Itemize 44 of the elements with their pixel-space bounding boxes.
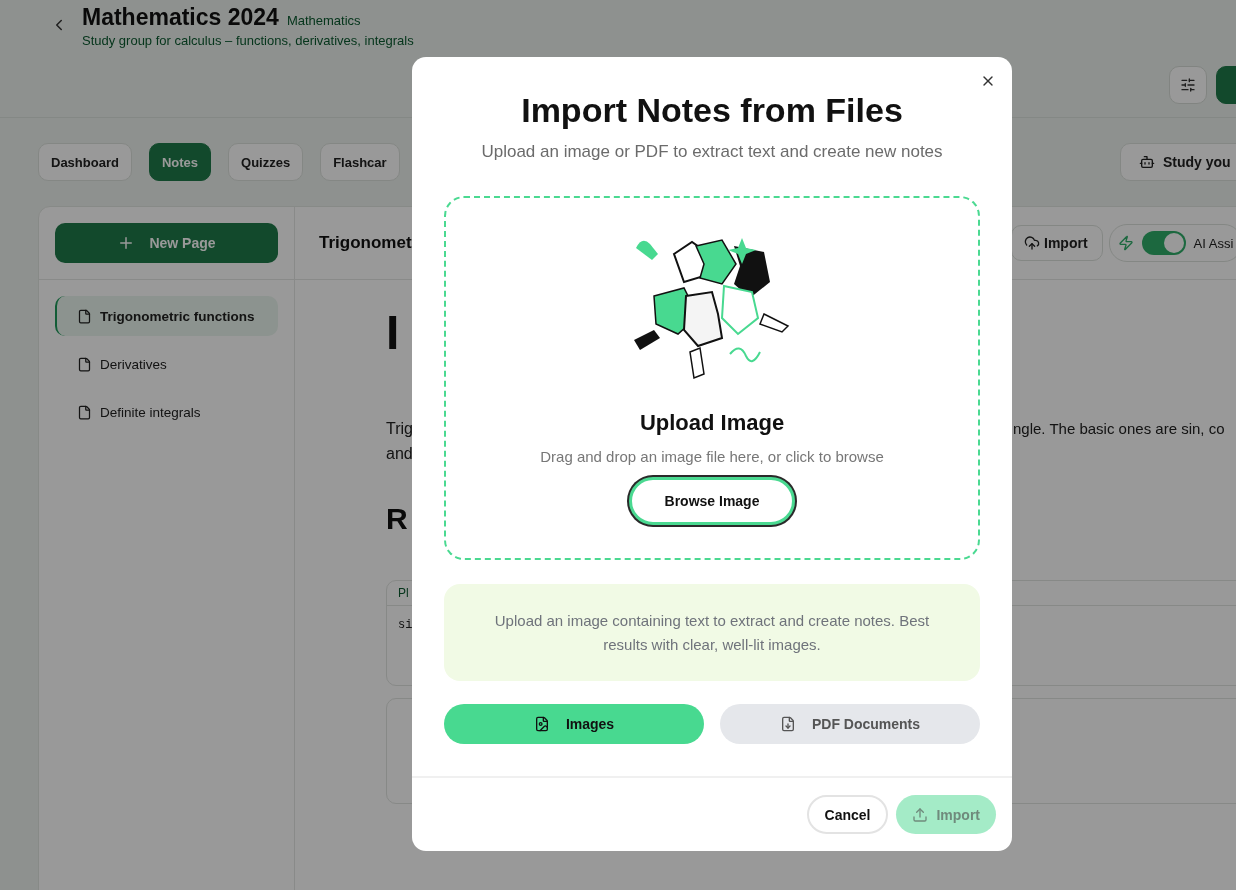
new-page-button[interactable]: New Page	[55, 223, 278, 263]
file-icon	[77, 356, 92, 372]
paragraph-text: ngle. The basic ones are sin, co	[1013, 420, 1225, 437]
cloud-upload-icon	[1024, 235, 1040, 251]
source-option[interactable]: PDF Documents	[720, 704, 980, 744]
nav-tab[interactable]: Dashboard	[38, 143, 132, 181]
nav-tab[interactable]: Notes	[148, 143, 212, 181]
section-heading: R	[386, 502, 408, 536]
nav-tab[interactable]: Flashcar	[320, 143, 400, 181]
page-item[interactable]: Trigonometric functions	[55, 296, 278, 336]
info-message: Upload an image containing text to extract and create notes. Best results with clear, well-lit images.	[444, 584, 980, 681]
lightning-icon	[1117, 235, 1134, 251]
browse-button[interactable]: Browse Image	[629, 477, 795, 525]
code-text: si	[398, 618, 413, 632]
page-item[interactable]: Definite integrals	[55, 392, 278, 432]
dialog-title: Import Notes from Files	[521, 91, 903, 130]
settings-button[interactable]	[1168, 66, 1207, 104]
note-heading: I	[386, 305, 400, 361]
file-icon	[77, 404, 92, 420]
upload-icon	[912, 806, 929, 823]
subject-label: Mathematics	[286, 13, 361, 28]
drop-zone[interactable]: Upload Image Drag and drop an image file here, or click to browse Browse Image	[444, 196, 980, 560]
paragraph-text: Trig	[386, 419, 413, 439]
page-item[interactable]: Derivatives	[55, 344, 278, 384]
nav-tab[interactable]: Quizzes	[228, 143, 304, 181]
source-option[interactable]: Images	[444, 704, 704, 744]
import-button[interactable]: Import	[1011, 225, 1103, 261]
study-button[interactable]: Study you	[1120, 143, 1236, 181]
ai-label: AI Assi	[1193, 235, 1234, 251]
drop-title: Upload Image	[639, 410, 785, 436]
paragraph-text: and	[386, 444, 413, 464]
robot-icon	[1139, 154, 1155, 170]
ai-switch[interactable]	[1141, 231, 1186, 255]
image-file-icon	[533, 716, 550, 732]
file-icon	[77, 308, 92, 324]
dialog-subtitle: Upload an image or PDF to extract text and create new notes	[481, 142, 943, 162]
file-download-icon	[779, 716, 796, 732]
code-label: Pl	[398, 586, 409, 600]
drop-hint: Drag and drop an image file here, or click to browse	[540, 448, 884, 465]
page-title: Trigonomet	[319, 233, 413, 253]
sliders-icon	[1179, 77, 1196, 93]
group-title: Mathematics 2024	[82, 4, 279, 31]
cancel-button[interactable]: Cancel	[806, 795, 889, 834]
group-description: Study group for calculus – functions, derivatives, integrals	[82, 33, 414, 48]
